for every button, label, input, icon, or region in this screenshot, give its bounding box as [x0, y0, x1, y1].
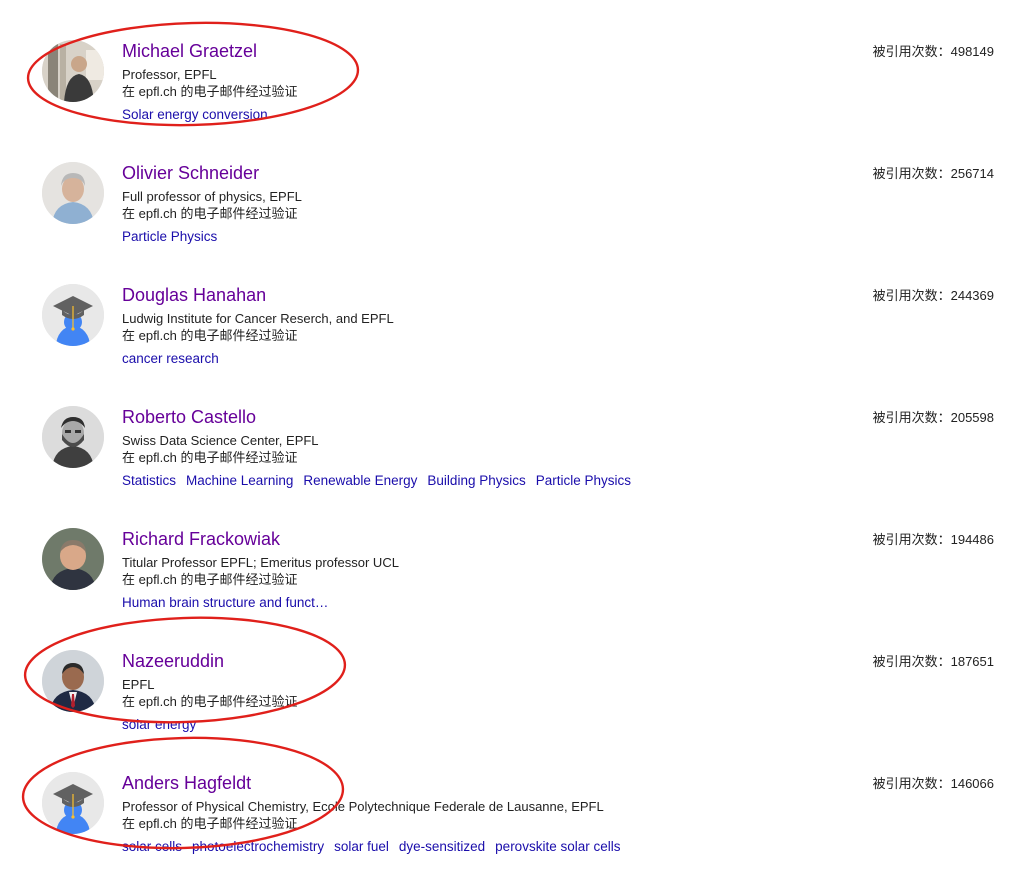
- profile-name-link[interactable]: Anders Hagfeldt: [122, 772, 251, 794]
- interest-link-solar-energy[interactable]: solar energy: [122, 717, 196, 732]
- interest-link-photoelectrochemistry[interactable]: photoelectrochemistry: [192, 839, 324, 854]
- avatar[interactable]: [42, 772, 104, 834]
- research-interests: Particle Physics: [122, 229, 227, 245]
- avatar[interactable]: [42, 40, 104, 102]
- interest-link-particle-physics[interactable]: Particle Physics: [536, 473, 631, 488]
- citation-count: 被引用次数：498149: [872, 44, 994, 59]
- interest-link-particle-physics[interactable]: Particle Physics: [122, 229, 217, 244]
- profile-name-link[interactable]: Olivier Schneider: [122, 162, 259, 184]
- citation-count: 被引用次数：205598: [872, 410, 994, 425]
- verified-email-text: 在 epfl.ch 的电子邮件经过验证: [122, 206, 298, 221]
- interest-link-cancer-research[interactable]: cancer research: [122, 351, 219, 366]
- profile-name-link[interactable]: Richard Frackowiak: [122, 528, 280, 550]
- affiliation-text: Professor, EPFL: [122, 67, 217, 82]
- citation-count: 被引用次数：146066: [872, 776, 994, 791]
- research-interests: Human brain structure and funct…: [122, 595, 338, 611]
- affiliation-text: Titular Professor EPFL; Emeritus profess…: [122, 555, 399, 570]
- verified-email-text: 在 epfl.ch 的电子邮件经过验证: [122, 328, 298, 343]
- affiliation-text: Professor of Physical Chemistry, Ecole P…: [122, 799, 604, 814]
- profile-entry: Douglas Hanahan Ludwig Institute for Canc…: [0, 277, 1014, 399]
- interest-link-perovskite-solar-cells[interactable]: perovskite solar cells: [495, 839, 620, 854]
- citation-count: 被引用次数：256714: [872, 166, 994, 181]
- avatar[interactable]: [42, 528, 104, 590]
- profile-name-link[interactable]: Douglas Hanahan: [122, 284, 266, 306]
- interest-link-building-physics[interactable]: Building Physics: [427, 473, 525, 488]
- interest-link-statistics[interactable]: Statistics: [122, 473, 176, 488]
- interest-link-dye-sensitized[interactable]: dye-sensitized: [399, 839, 485, 854]
- interest-link-machine-learning[interactable]: Machine Learning: [186, 473, 293, 488]
- verified-email-text: 在 epfl.ch 的电子邮件经过验证: [122, 450, 298, 465]
- citation-count: 被引用次数：244369: [872, 288, 994, 303]
- research-interests: Solar energy conversion: [122, 107, 278, 123]
- profile-entry: Michael Graetzel Professor, EPFL 在 epfl.ch…: [0, 33, 1014, 155]
- profile-entry: Richard Frackowiak Titular Professor EPFL…: [0, 521, 1014, 643]
- affiliation-text: Ludwig Institute for Cancer Reserch, and…: [122, 311, 394, 326]
- interest-link-solar-energy-conversion[interactable]: Solar energy conversion: [122, 107, 268, 122]
- affiliation-text: Swiss Data Science Center, EPFL: [122, 433, 319, 448]
- research-interests: cancer research: [122, 351, 229, 367]
- profile-name-link[interactable]: Michael Graetzel: [122, 40, 257, 62]
- profile-entry: Nazeeruddin EPFL 在 epfl.ch 的电子邮件经过验证 solar …: [0, 643, 1014, 765]
- research-interests: solar energy: [122, 717, 206, 733]
- verified-email-text: 在 epfl.ch 的电子邮件经过验证: [122, 816, 298, 831]
- avatar[interactable]: [42, 284, 104, 346]
- interest-link-renewable-energy[interactable]: Renewable Energy: [303, 473, 417, 488]
- verified-email-text: 在 epfl.ch 的电子邮件经过验证: [122, 84, 298, 99]
- verified-email-text: 在 epfl.ch 的电子邮件经过验证: [122, 694, 298, 709]
- profile-name-link[interactable]: Roberto Castello: [122, 406, 256, 428]
- verified-email-text: 在 epfl.ch 的电子邮件经过验证: [122, 572, 298, 587]
- citation-count: 被引用次数：194486: [872, 532, 994, 547]
- affiliation-text: EPFL: [122, 677, 155, 692]
- citation-count: 被引用次数：187651: [872, 654, 994, 669]
- affiliation-text: Full professor of physics, EPFL: [122, 189, 302, 204]
- profile-entry: Olivier Schneider Full professor of physi…: [0, 155, 1014, 277]
- interest-link-solar-cells[interactable]: solar cells: [122, 839, 182, 854]
- avatar[interactable]: [42, 650, 104, 712]
- avatar[interactable]: [42, 162, 104, 224]
- research-interests: Statistics Machine Learning Renewable Ener…: [122, 473, 641, 489]
- profile-entry: Anders Hagfeldt Professor of Physical Che…: [0, 765, 1014, 887]
- profile-entry: Roberto Castello Swiss Data Science Cente…: [0, 399, 1014, 521]
- interest-link-human-brain-structure-and-funct[interactable]: Human brain structure and funct…: [122, 595, 328, 610]
- avatar[interactable]: [42, 406, 104, 468]
- interest-link-solar-fuel[interactable]: solar fuel: [334, 839, 389, 854]
- profile-name-link[interactable]: Nazeeruddin: [122, 650, 224, 672]
